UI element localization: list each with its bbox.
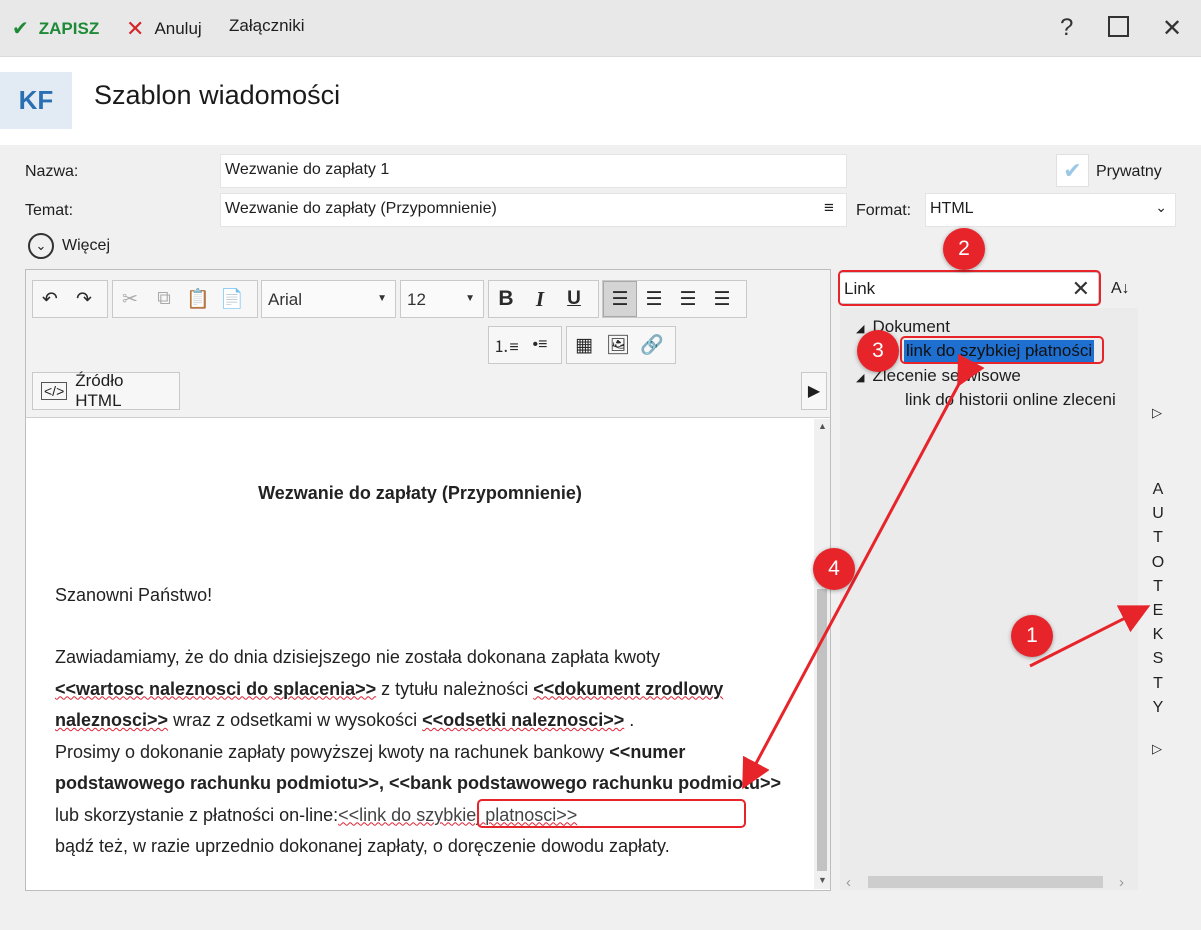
annotation-badge-4: 4 [813, 548, 855, 590]
annotation-badge-1: 1 [1011, 615, 1053, 657]
arrow-4 [742, 353, 985, 790]
annotation-badge-3: 3 [857, 330, 899, 372]
annotation-badge-2: 2 [943, 228, 985, 270]
annotation-arrows [742, 353, 1151, 790]
